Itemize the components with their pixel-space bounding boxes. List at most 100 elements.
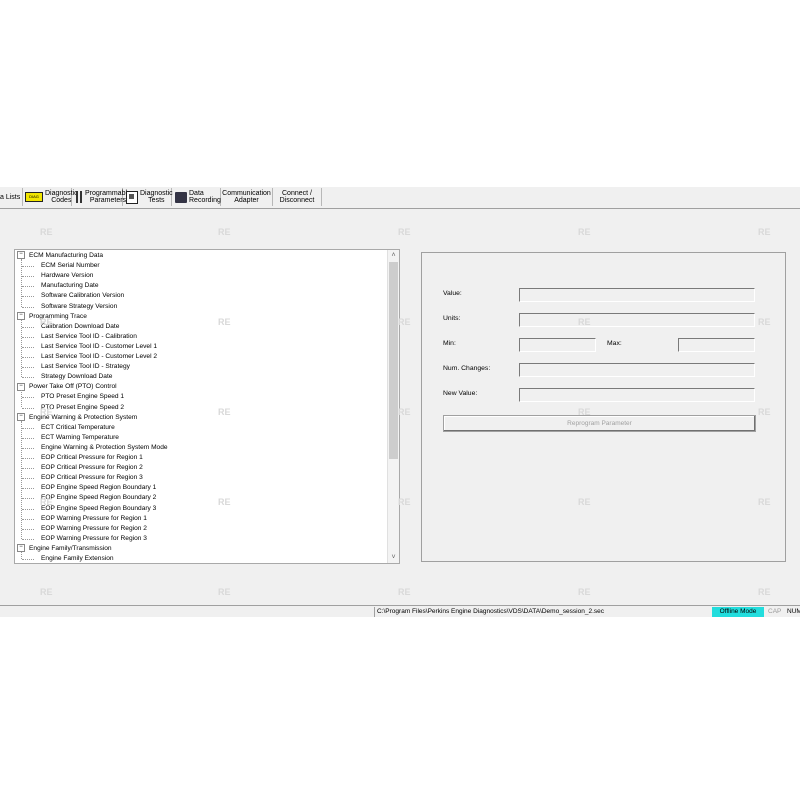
tree-item[interactable]: EOP Critical Pressure for Region 2 — [41, 463, 143, 473]
tree-item[interactable]: ECT Warning Temperature — [41, 433, 119, 443]
communication-adapter-button[interactable]: Communication Adapter — [221, 188, 273, 206]
watermark-mark: RE — [398, 227, 411, 237]
tree-item[interactable]: Last Service Tool ID - Customer Level 1 — [41, 342, 157, 352]
tree-connector — [21, 319, 22, 378]
tree-item[interactable]: Manufacturing Date — [41, 281, 99, 291]
watermark-mark: RE — [758, 317, 771, 327]
tree-item[interactable]: EOP Engine Speed Region Boundary 1 — [41, 483, 156, 493]
tree-connector — [22, 336, 34, 338]
tree-connector — [21, 390, 22, 408]
tree-connector — [22, 357, 34, 358]
watermark-mark: RE — [218, 407, 231, 417]
units-label: Units: — [443, 315, 461, 322]
tree-connector — [22, 296, 34, 298]
watermark-mark: RE — [758, 587, 771, 597]
watermark-mark: RE — [578, 317, 591, 327]
tree-connector — [22, 447, 34, 449]
parameter-panel: Value: Units: Min: Max: Num. Changes: Ne… — [421, 252, 786, 562]
tree-connector — [22, 437, 34, 439]
tree-connector — [22, 367, 34, 369]
programmable-parameters-icon — [76, 191, 83, 203]
watermark-mark: RE — [40, 227, 53, 237]
tree-connector — [22, 286, 34, 288]
data-recording-label: Data Recording — [189, 190, 221, 204]
data-lists-button[interactable]: a Lists — [0, 188, 23, 206]
tree-connector — [22, 326, 34, 328]
data-lists-label: a Lists — [0, 193, 21, 201]
watermark-mark: RE — [758, 497, 771, 507]
tree-group[interactable]: − Power Take Off (PTO) Control — [17, 382, 117, 392]
watermark-mark: RE — [578, 587, 591, 597]
tree-connector — [22, 306, 34, 308]
diagnostic-tests-button[interactable]: Diagnostic Tests — [123, 188, 173, 206]
status-cap-indicator: CAP — [768, 608, 782, 615]
tree-item[interactable]: EOP Warning Pressure for Region 1 — [41, 514, 147, 524]
diagnostic-tests-label: Diagnostic Tests — [140, 190, 173, 204]
tree-item[interactable]: Strategy Download Date — [41, 372, 112, 382]
tree-item[interactable]: EOP Engine Speed Region Boundary 3 — [41, 504, 156, 514]
tree-item[interactable]: EOP Critical Pressure for Region 1 — [41, 453, 143, 463]
parameter-tree[interactable]: − ECM Manufacturing Data ECM Serial Number… — [14, 249, 400, 564]
tree-item[interactable]: Calibration Download Date — [41, 322, 119, 332]
tree-connector — [21, 551, 22, 559]
tree-item[interactable]: EOP Critical Pressure for Region 3 — [41, 473, 143, 483]
tree-connector — [22, 346, 34, 348]
connect-disconnect-button[interactable]: Connect / Disconnect — [273, 188, 322, 206]
tree-item[interactable]: Last Service Tool ID - Customer Level 2 — [41, 352, 157, 362]
units-field[interactable] — [519, 313, 755, 327]
tree-connector — [22, 498, 34, 500]
tree-item[interactable]: Last Service Tool ID - Strategy — [41, 362, 130, 372]
tree-item[interactable]: EOP Warning Pressure for Region 2 — [41, 524, 147, 534]
scroll-up-icon[interactable]: ˄ — [388, 250, 399, 261]
watermark-mark: RE — [398, 587, 411, 597]
diagnostic-codes-button[interactable]: DIAG Diagnostic Codes — [23, 188, 78, 206]
new-value-label: New Value: — [443, 390, 478, 397]
diagnostic-tests-icon — [126, 190, 138, 204]
tree-item[interactable]: PTO Preset Engine Speed 2 — [41, 403, 124, 413]
watermark-mark: RE — [218, 587, 231, 597]
tree-item[interactable]: Engine Warning & Protection System Mode — [41, 443, 168, 453]
tree-group[interactable]: − Engine Family/Transmission — [17, 544, 112, 554]
scroll-thumb[interactable] — [389, 262, 398, 459]
status-mode-badge: Offline Mode — [712, 607, 764, 617]
tree-connector — [22, 397, 34, 399]
min-field[interactable] — [519, 338, 596, 352]
programmable-parameters-button[interactable]: Programmable Parameters — [72, 188, 131, 206]
value-field[interactable] — [519, 288, 755, 302]
watermark-mark: RE — [40, 317, 53, 327]
tree-connector — [22, 478, 34, 480]
data-recording-button[interactable]: Data Recording — [172, 188, 221, 206]
tree-item[interactable]: ECT Critical Temperature — [41, 423, 115, 433]
tree-item[interactable]: Software Strategy Version — [41, 302, 117, 312]
reprogram-parameter-button[interactable]: Reprogram Parameter — [443, 415, 756, 432]
tree-item[interactable]: Last Service Tool ID - Calibration — [41, 332, 137, 342]
watermark-mark: RE — [398, 407, 411, 417]
tree-connector — [21, 259, 22, 307]
tree-group-label: Programming Trace — [29, 312, 87, 320]
new-value-field[interactable] — [519, 388, 755, 402]
tree-connector — [22, 508, 34, 510]
max-field[interactable] — [678, 338, 755, 352]
status-file-path: C:\Program Files\Perkins Engine Diagnost… — [374, 607, 711, 617]
tree-group[interactable]: − ECM Manufacturing Data — [17, 251, 103, 261]
min-label: Min: — [443, 340, 456, 347]
watermark-mark: RE — [758, 407, 771, 417]
tree-item[interactable]: EOP Engine Speed Region Boundary 2 — [41, 493, 156, 503]
max-label: Max: — [607, 340, 622, 347]
tree-item[interactable]: Hardware Version — [41, 271, 93, 281]
tree-group[interactable]: − Engine Warning & Protection System — [17, 412, 137, 423]
scroll-down-icon[interactable]: ˅ — [388, 552, 399, 563]
tree-connector — [22, 518, 34, 520]
tree-connector — [22, 528, 34, 530]
tree-connector — [22, 488, 34, 490]
tree-item[interactable]: EOP Warning Pressure for Region 3 — [41, 534, 147, 544]
watermark-mark: RE — [218, 227, 231, 237]
tree-item[interactable]: Engine Family Extension — [41, 554, 114, 563]
tree-item[interactable]: PTO Preset Engine Speed 1 — [41, 392, 124, 402]
communication-adapter-label: Communication Adapter — [222, 190, 271, 204]
status-bar: C:\Program Files\Perkins Engine Diagnost… — [0, 605, 800, 617]
num-changes-field[interactable] — [519, 363, 755, 377]
tree-connector — [22, 468, 34, 470]
tree-item[interactable]: ECM Serial Number — [41, 261, 100, 271]
tree-item[interactable]: Software Calibration Version — [41, 291, 124, 301]
